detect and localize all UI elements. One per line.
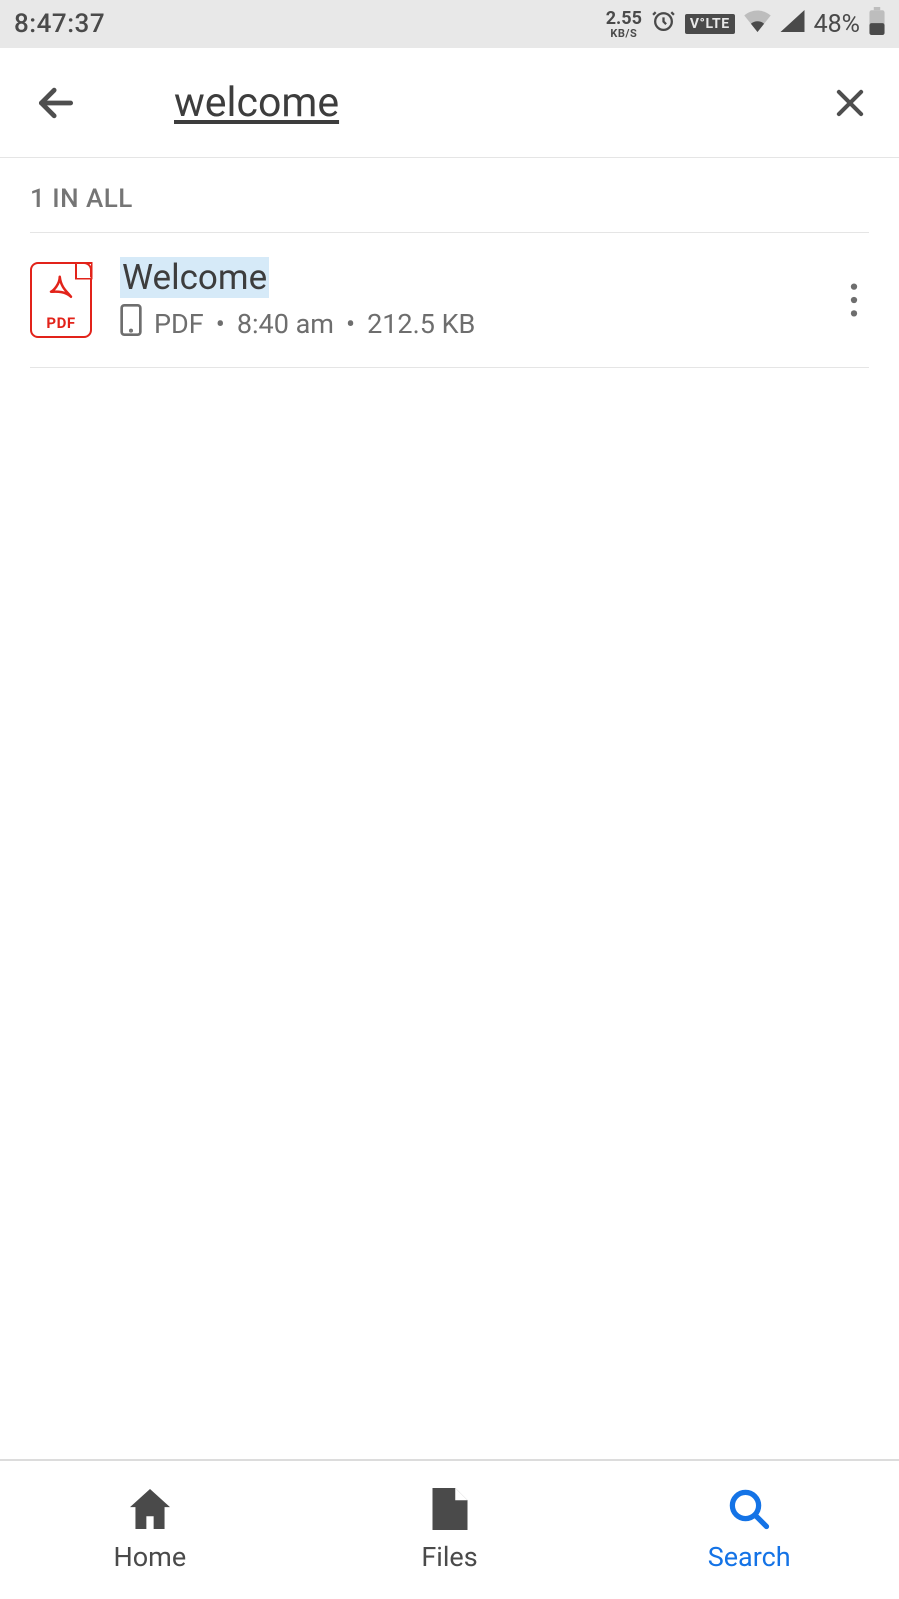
- wifi-icon: [744, 9, 771, 39]
- file-icon-label: PDF: [32, 314, 90, 332]
- clear-search-button[interactable]: [819, 84, 869, 122]
- status-bar: 8:47:37 2.55 KB/S V°LTE 48%: [0, 0, 899, 48]
- result-item-size: 212.5 KB: [367, 308, 475, 340]
- network-speed: 2.55 KB/S: [606, 10, 642, 39]
- home-icon: [128, 1487, 172, 1531]
- nav-search[interactable]: Search: [599, 1461, 899, 1599]
- status-time: 8:47:37: [14, 9, 105, 39]
- search-input[interactable]: [174, 79, 819, 127]
- alarm-icon: [651, 8, 676, 40]
- battery-percent: 48%: [814, 10, 860, 39]
- battery-icon: [869, 7, 885, 42]
- device-icon: [120, 304, 142, 343]
- nav-home[interactable]: Home: [0, 1461, 300, 1599]
- status-right: 2.55 KB/S V°LTE 48%: [606, 7, 885, 42]
- results-count: 1 IN ALL: [30, 158, 869, 232]
- nav-files[interactable]: Files: [300, 1461, 600, 1599]
- result-item-meta: PDF • 8:40 am • 212.5 KB: [120, 304, 827, 343]
- result-item[interactable]: PDF Welcome PDF • 8:40 am • 212.5 KB: [30, 233, 869, 367]
- search-icon: [728, 1487, 770, 1531]
- more-options-button[interactable]: [839, 270, 869, 330]
- arrow-left-icon: [34, 81, 78, 125]
- result-item-time: 8:40 am: [237, 308, 334, 340]
- nav-search-label: Search: [708, 1541, 791, 1573]
- search-field-wrap: [84, 79, 819, 127]
- bottom-nav: Home Files Search: [0, 1459, 899, 1599]
- result-item-text: Welcome PDF • 8:40 am • 212.5 KB: [120, 257, 827, 343]
- adobe-swoosh-icon: [46, 273, 76, 303]
- back-button[interactable]: [34, 81, 84, 125]
- search-header: [0, 48, 899, 158]
- close-icon: [831, 84, 869, 122]
- file-icon: [432, 1487, 468, 1531]
- pdf-file-icon: PDF: [30, 262, 92, 338]
- signal-icon: [780, 9, 805, 39]
- results-area: 1 IN ALL PDF Welcome PDF •: [0, 158, 899, 368]
- nav-files-label: Files: [421, 1541, 477, 1573]
- result-item-type: PDF: [154, 308, 204, 340]
- nav-home-label: Home: [114, 1541, 187, 1573]
- volte-badge: V°LTE: [685, 14, 735, 34]
- divider: [30, 367, 869, 368]
- more-vertical-icon: [850, 283, 858, 317]
- result-item-title: Welcome: [120, 257, 827, 298]
